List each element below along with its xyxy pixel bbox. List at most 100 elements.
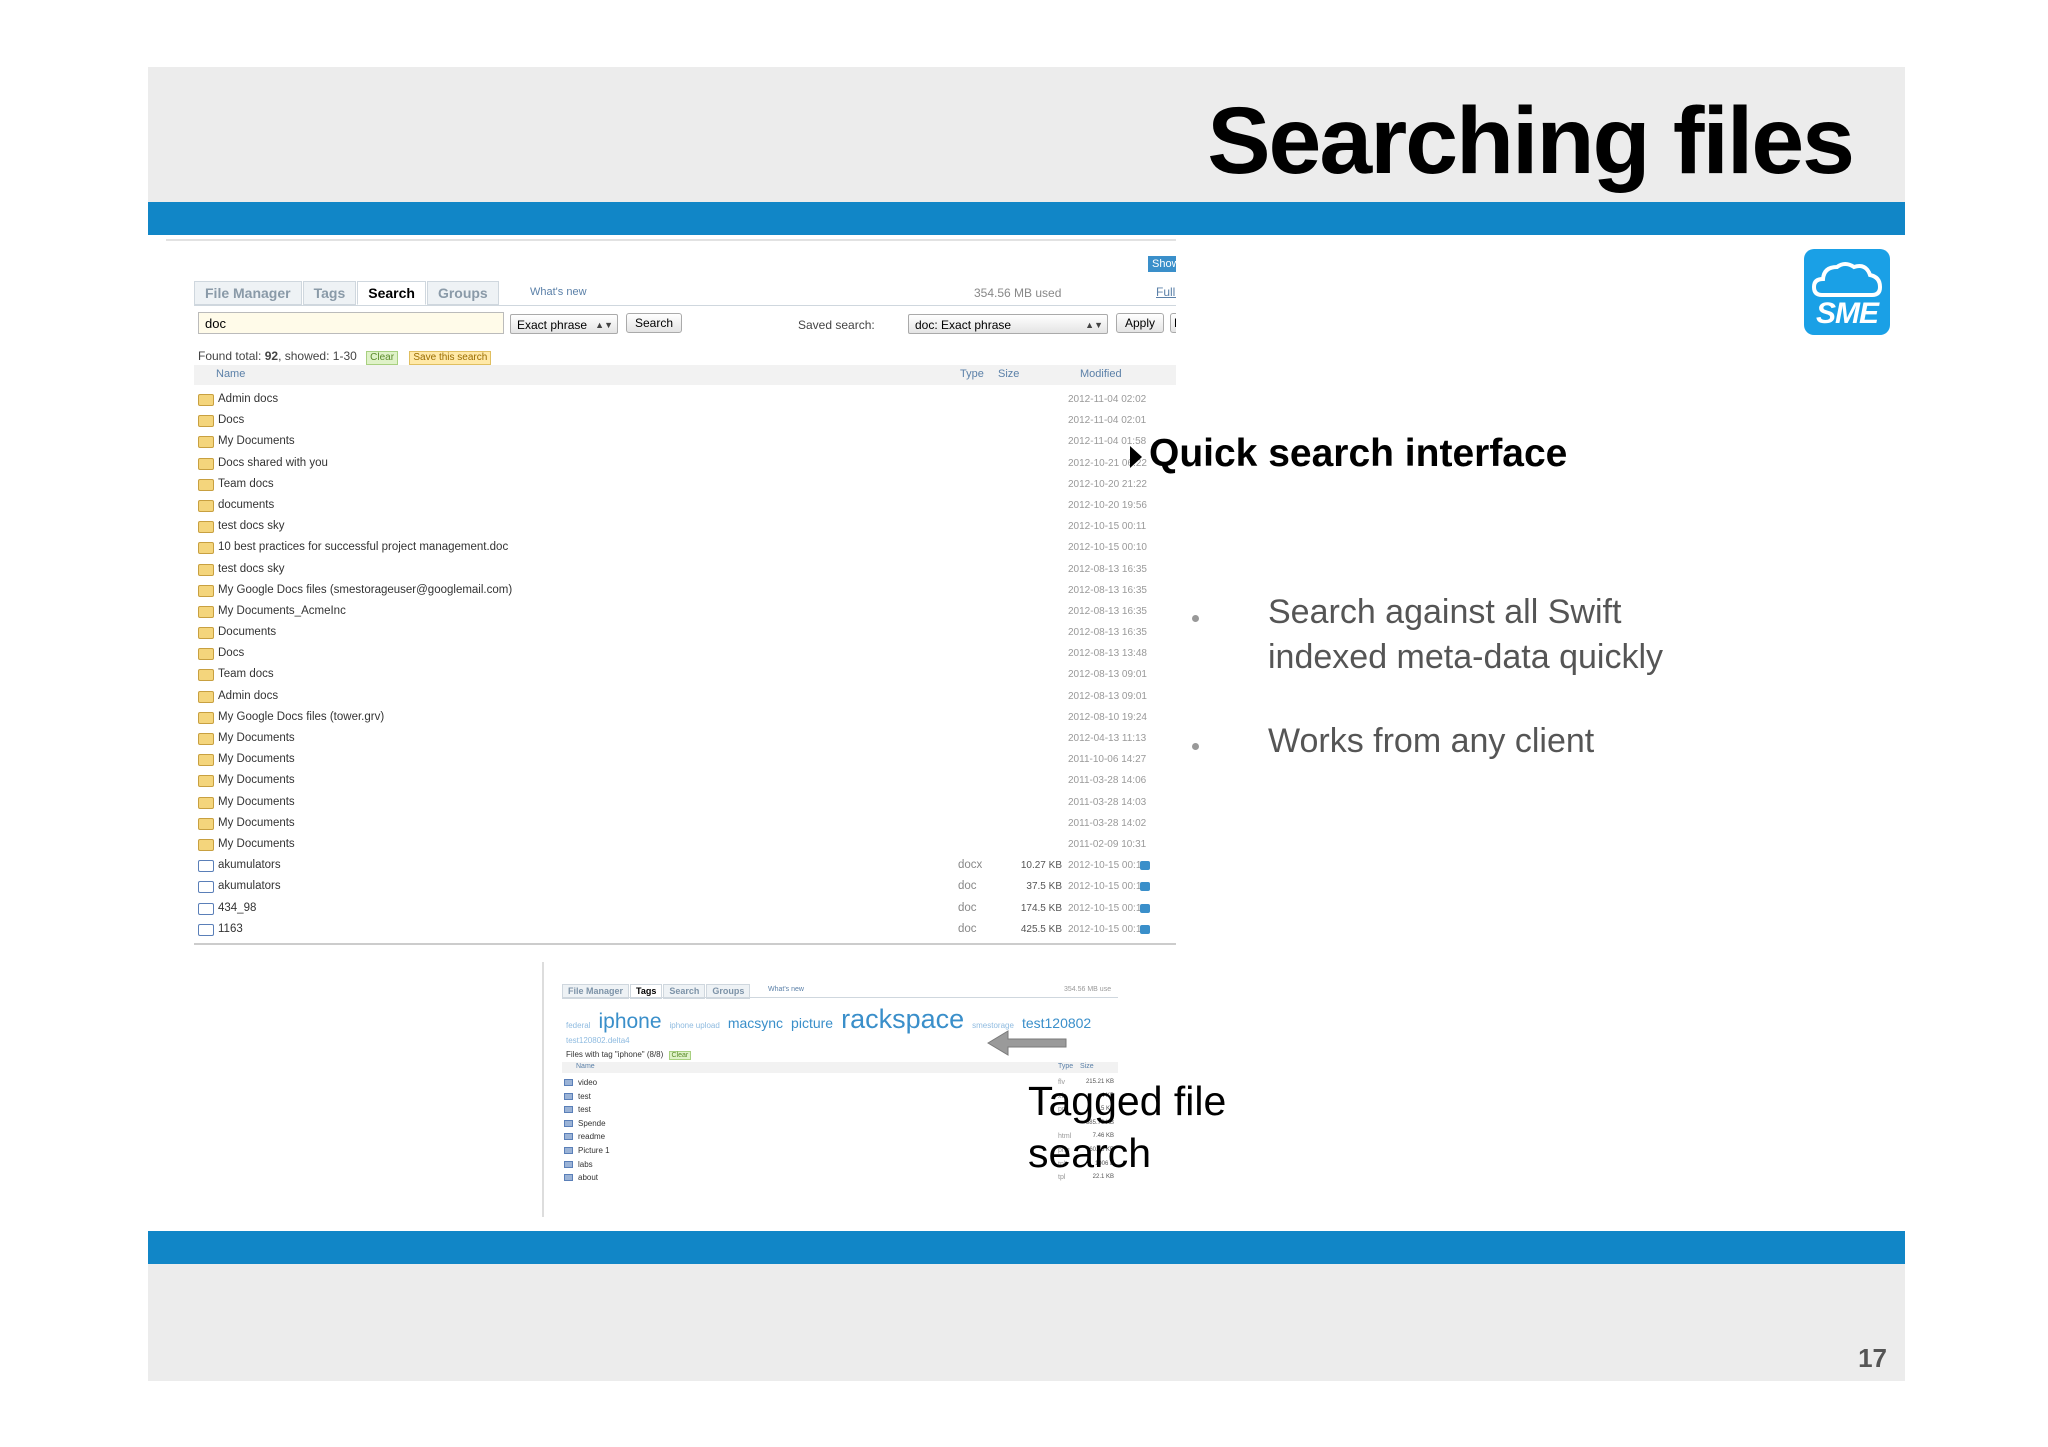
column-name[interactable]: Name xyxy=(216,368,245,380)
file-name[interactable]: Team docs xyxy=(218,664,274,685)
file-name[interactable]: Admin docs xyxy=(218,686,278,707)
file-name[interactable]: My Documents_AcmeInc xyxy=(218,601,346,622)
file-name[interactable]: 1163 xyxy=(218,919,243,940)
dropbox-icon[interactable] xyxy=(1140,861,1150,871)
tag-link[interactable]: iphone xyxy=(598,1010,661,1033)
file-name[interactable]: Docs shared with you xyxy=(218,453,328,474)
word-doc-icon xyxy=(198,860,214,873)
search-button[interactable]: Search xyxy=(626,313,683,333)
table-row[interactable]: test docs sky 2012-08-13 16:35 xyxy=(194,559,1176,580)
dropbox-icon[interactable] xyxy=(1140,882,1150,892)
dropbox-icon[interactable] xyxy=(1140,924,1150,934)
table-row[interactable]: My Documents 2011-03-28 14:06 xyxy=(194,770,1176,791)
search-mode-select[interactable]: Exact phrase ▲▼ xyxy=(510,314,618,334)
table-row[interactable]: 1163 doc 425.5 KB 2012-10-15 00:10 xyxy=(194,919,1176,940)
table-row[interactable]: 434_98 doc 174.5 KB 2012-10-15 00:10 xyxy=(194,898,1176,919)
file-name[interactable]: akumulators xyxy=(218,876,281,897)
extra-button[interactable]: R xyxy=(1170,313,1176,333)
file-name[interactable]: about xyxy=(578,1171,598,1184)
tab-tags[interactable]: Tags xyxy=(302,281,357,305)
tag-link[interactable]: federal xyxy=(566,1021,590,1030)
file-name[interactable]: My Google Docs files (smestorageuser@goo… xyxy=(218,580,512,601)
sub-bullet-2-line-1: Works from any client xyxy=(1268,722,1595,760)
table-row[interactable]: My Documents 2012-11-04 01:58 xyxy=(194,431,1176,452)
folder-icon xyxy=(198,817,214,830)
column-type[interactable]: Type xyxy=(960,368,984,380)
table-row[interactable]: My Documents_AcmeInc 2012-08-13 16:35 xyxy=(194,601,1176,622)
table-row[interactable]: Docs shared with you 2012-10-21 06:22 xyxy=(194,453,1176,474)
table-row[interactable]: 10 best practices for successful project… xyxy=(194,537,1176,558)
full-screen-link[interactable]: Full sc xyxy=(1156,285,1176,299)
tab-file-manager[interactable]: File Manager xyxy=(194,281,302,305)
file-name[interactable]: Picture 1 xyxy=(578,1144,610,1157)
clear-tag-button[interactable]: Clear xyxy=(668,1051,692,1060)
table-row[interactable]: test docs sky 2012-10-15 00:11 xyxy=(194,516,1176,537)
table-row[interactable]: Admin docs 2012-11-04 02:02 xyxy=(194,389,1176,410)
tag-link[interactable]: picture xyxy=(791,1015,833,1031)
file-name[interactable]: My Documents xyxy=(218,792,295,813)
file-name[interactable]: 434_98 xyxy=(218,898,256,919)
file-name[interactable]: Admin docs xyxy=(218,389,278,410)
file-name[interactable]: 10 best practices for successful project… xyxy=(218,537,508,558)
tag-cloud-second-line[interactable]: test120802.delta4 xyxy=(566,1036,630,1045)
file-name[interactable]: Team docs xyxy=(218,474,274,495)
file-name[interactable]: My Documents xyxy=(218,728,295,749)
save-search-button[interactable]: Save this search xyxy=(409,351,492,365)
show-button[interactable]: Show xyxy=(1148,256,1176,272)
whats-new-link[interactable]: What's new xyxy=(530,286,587,298)
column-name[interactable]: Name xyxy=(576,1063,595,1070)
file-name[interactable]: documents xyxy=(218,495,274,516)
tag-link[interactable]: iphone upload xyxy=(670,1021,720,1030)
clear-button[interactable]: Clear xyxy=(366,351,399,365)
file-name[interactable]: My Documents xyxy=(218,770,295,791)
file-name[interactable]: test docs sky xyxy=(218,559,284,580)
file-name[interactable]: My Documents xyxy=(218,431,295,452)
shared-folder-icon xyxy=(198,478,214,491)
file-name[interactable]: test docs sky xyxy=(218,516,284,537)
tab-groups[interactable]: Groups xyxy=(426,281,499,305)
tag-link[interactable]: macsync xyxy=(728,1015,783,1031)
table-row[interactable]: My Documents 2011-10-06 14:27 xyxy=(194,749,1176,770)
file-name[interactable]: My Documents xyxy=(218,834,295,855)
table-row[interactable]: Admin docs 2012-08-13 09:01 xyxy=(194,686,1176,707)
file-name[interactable]: Spende xyxy=(578,1117,606,1130)
file-name[interactable]: My Documents xyxy=(218,813,295,834)
tab-search[interactable]: Search xyxy=(357,281,426,305)
table-row[interactable]: akumulators doc 37.5 KB 2012-10-15 00:10 xyxy=(194,876,1176,897)
shared-folder-icon xyxy=(198,669,214,682)
whats-new-link[interactable]: What's new xyxy=(768,986,804,993)
file-name[interactable]: labs xyxy=(578,1158,593,1171)
file-name[interactable]: Docs xyxy=(218,643,244,664)
table-row[interactable]: My Google Docs files (smestorageuser@goo… xyxy=(194,580,1176,601)
tag-link[interactable]: rackspace xyxy=(841,1004,964,1034)
table-row[interactable]: My Documents 2012-04-13 11:13 xyxy=(194,728,1176,749)
file-name[interactable]: readme xyxy=(578,1130,605,1143)
file-name[interactable]: My Google Docs files (tower.grv) xyxy=(218,707,384,728)
file-name[interactable]: akumulators xyxy=(218,855,281,876)
file-name[interactable]: My Documents xyxy=(218,749,295,770)
column-size[interactable]: Size xyxy=(1080,1063,1094,1070)
file-name[interactable]: test xyxy=(578,1090,591,1103)
search-input[interactable]: doc xyxy=(198,312,504,334)
table-row[interactable]: Docs 2012-11-04 02:01 xyxy=(194,410,1176,431)
column-modified[interactable]: Modified xyxy=(1080,368,1122,380)
column-size[interactable]: Size xyxy=(998,368,1019,380)
table-row[interactable]: Documents 2012-08-13 16:35 xyxy=(194,622,1176,643)
file-name[interactable]: Documents xyxy=(218,622,276,643)
file-name[interactable]: Docs xyxy=(218,410,244,431)
apply-button[interactable]: Apply xyxy=(1116,313,1165,333)
table-row[interactable]: My Google Docs files (tower.grv) 2012-08-… xyxy=(194,707,1176,728)
saved-search-select[interactable]: doc: Exact phrase ▲▼ xyxy=(908,314,1108,334)
table-row[interactable]: My Documents 2011-02-09 10:31 xyxy=(194,834,1176,855)
table-row[interactable]: akumulators docx 10.27 KB 2012-10-15 00:10 xyxy=(194,855,1176,876)
table-row[interactable]: documents 2012-10-20 19:56 xyxy=(194,495,1176,516)
table-row[interactable]: Team docs 2012-10-20 21:22 xyxy=(194,474,1176,495)
file-name[interactable]: video xyxy=(578,1076,597,1089)
table-row[interactable]: Team docs 2012-08-13 09:01 xyxy=(194,664,1176,685)
column-type[interactable]: Type xyxy=(1058,1063,1073,1070)
dropbox-icon[interactable] xyxy=(1140,903,1150,913)
table-row[interactable]: Docs 2012-08-13 13:48 xyxy=(194,643,1176,664)
file-name[interactable]: test xyxy=(578,1103,591,1116)
table-row[interactable]: My Documents 2011-03-28 14:02 xyxy=(194,813,1176,834)
table-row[interactable]: My Documents 2011-03-28 14:03 xyxy=(194,792,1176,813)
